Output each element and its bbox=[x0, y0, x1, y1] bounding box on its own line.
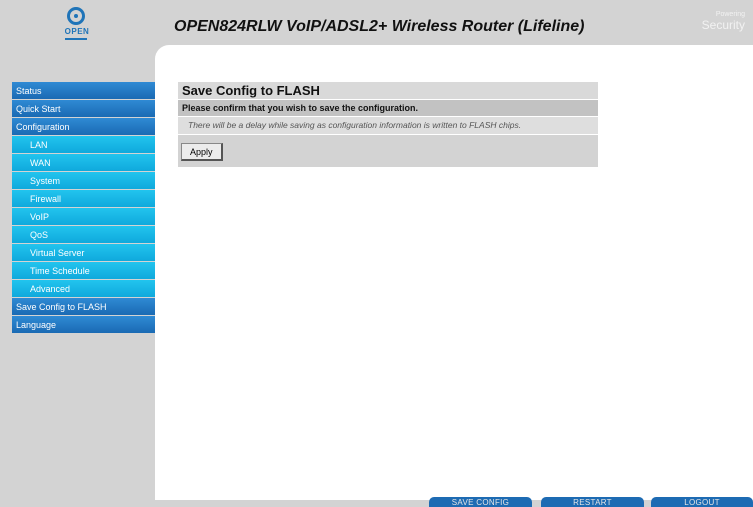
save-config-card: Save Config to FLASH Please confirm that… bbox=[178, 82, 598, 167]
section-title: Save Config to FLASH bbox=[178, 82, 598, 99]
sidebar-item-status[interactable]: Status bbox=[12, 82, 155, 100]
sidebar-item-time-schedule[interactable]: Time Schedule bbox=[12, 262, 155, 280]
security-text: Security bbox=[701, 18, 745, 32]
confirm-message: Please confirm that you wish to save the… bbox=[178, 100, 598, 116]
sidebar-item-lan[interactable]: LAN bbox=[12, 136, 155, 154]
sidebar-item-firewall[interactable]: Firewall bbox=[12, 190, 155, 208]
sidebar-item-qos[interactable]: QoS bbox=[12, 226, 155, 244]
save-config-button[interactable]: SAVE CONFIG bbox=[429, 497, 532, 507]
sidebar-item-configuration[interactable]: Configuration bbox=[12, 118, 155, 136]
sidebar-item-voip[interactable]: VoIP bbox=[12, 208, 155, 226]
logo-underline bbox=[65, 38, 87, 40]
restart-button[interactable]: RESTART bbox=[541, 497, 644, 507]
logo: OPEN bbox=[0, 0, 155, 60]
sidebar-nav: Status Quick Start Configuration LAN WAN… bbox=[12, 82, 155, 334]
sidebar-item-virtual-server[interactable]: Virtual Server bbox=[12, 244, 155, 262]
sidebar-item-advanced[interactable]: Advanced bbox=[12, 280, 155, 298]
sidebar-item-system[interactable]: System bbox=[12, 172, 155, 190]
page-title: OPEN824RLW VoIP/ADSL2+ Wireless Router (… bbox=[174, 18, 585, 35]
sidebar-item-wan[interactable]: WAN bbox=[12, 154, 155, 172]
logout-button[interactable]: LOGOUT bbox=[651, 497, 753, 507]
sidebar-item-quick-start[interactable]: Quick Start bbox=[12, 100, 155, 118]
sidebar-item-language[interactable]: Language bbox=[12, 316, 155, 334]
sidebar-item-save-config[interactable]: Save Config to FLASH bbox=[12, 298, 155, 316]
powering-security-logo: Powering Security bbox=[702, 10, 745, 32]
delay-note: There will be a delay while saving as co… bbox=[178, 117, 598, 134]
apply-button[interactable]: Apply bbox=[181, 143, 223, 161]
action-row: Apply bbox=[178, 135, 598, 167]
logo-text: OPEN bbox=[64, 27, 90, 36]
logo-icon bbox=[67, 7, 85, 25]
